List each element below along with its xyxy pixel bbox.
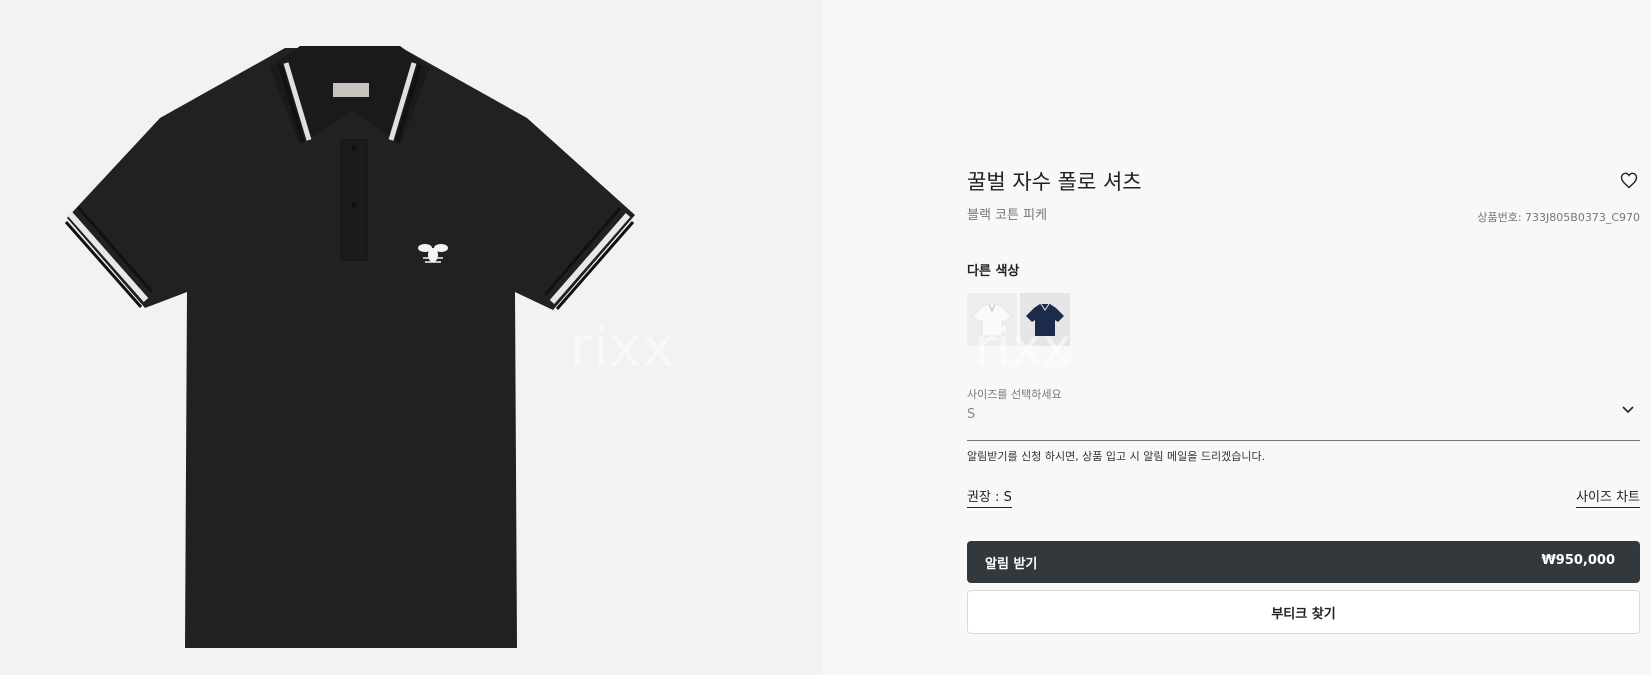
size-chart-link[interactable]: 사이즈 차트 bbox=[1576, 486, 1640, 508]
notify-me-label: 알림 받기 bbox=[985, 557, 1038, 572]
size-select-underline bbox=[967, 440, 1640, 441]
product-title: 꿀벌 자수 폴로 셔츠 bbox=[967, 170, 1142, 194]
product-subtitle: 블랙 코튼 피케 bbox=[967, 208, 1048, 223]
product-number: 상품번호: 733J805B0373_C970 bbox=[1477, 211, 1640, 224]
product-image-panel: rixx bbox=[0, 0, 823, 675]
recommended-size: 권장 : S bbox=[967, 486, 1012, 508]
other-colors-label: 다른 색상 bbox=[967, 264, 1020, 279]
restock-notice: 알림받기를 신청 하시면, 상품 입고 시 알림 메일을 드리겠습니다. bbox=[967, 450, 1266, 463]
chevron-down-icon[interactable] bbox=[1620, 401, 1636, 417]
size-select-value: S bbox=[967, 407, 976, 422]
color-swatch-navy[interactable] bbox=[1020, 293, 1070, 346]
notify-me-button[interactable]: 알림 받기 ₩950,000 bbox=[967, 541, 1640, 583]
white-polo-thumbnail bbox=[972, 303, 1012, 337]
product-price: ₩950,000 bbox=[1541, 553, 1615, 568]
find-boutique-label: 부티크 찾기 bbox=[1271, 607, 1336, 622]
find-boutique-button[interactable]: 부티크 찾기 bbox=[967, 590, 1640, 634]
size-select[interactable] bbox=[967, 380, 1640, 440]
color-swatch-white[interactable] bbox=[967, 293, 1017, 346]
navy-polo-thumbnail bbox=[1026, 303, 1064, 336]
shirt-body bbox=[67, 48, 635, 648]
heart-icon[interactable] bbox=[1619, 170, 1639, 190]
product-image bbox=[64, 46, 635, 648]
size-select-label: 사이즈를 선택하세요 bbox=[967, 388, 1062, 401]
